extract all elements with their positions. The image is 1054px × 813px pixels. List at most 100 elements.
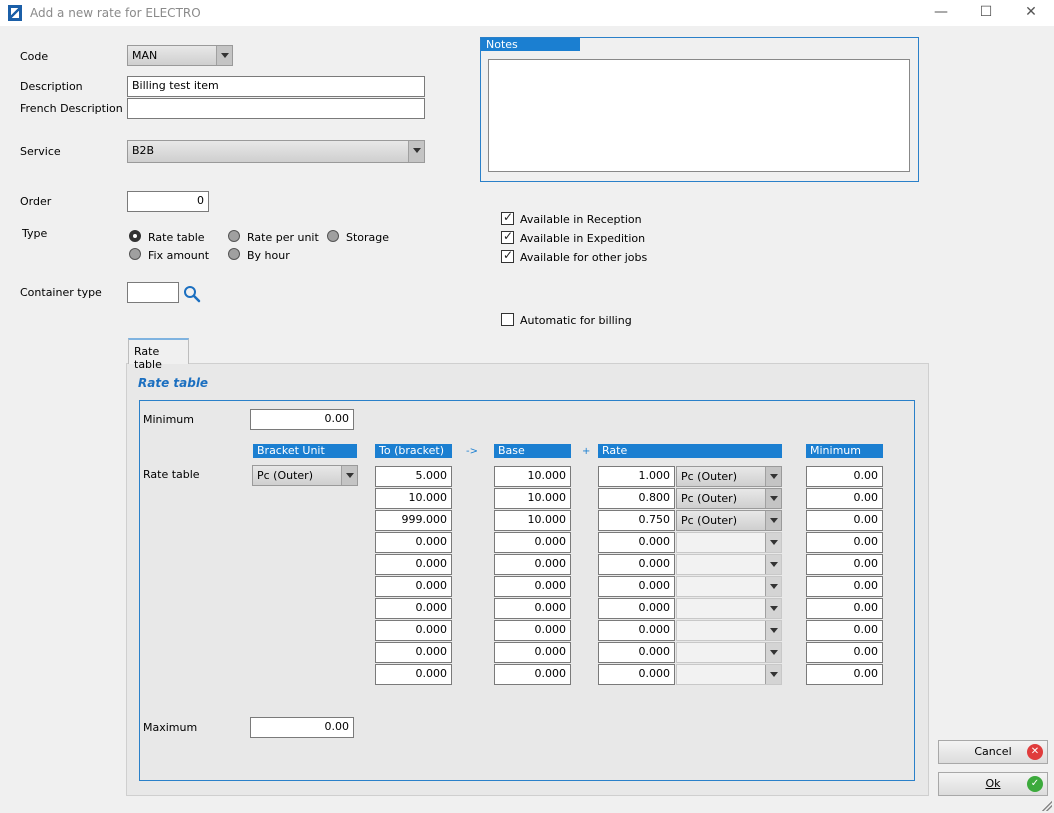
row-minimum-input[interactable]: 0.00 (806, 598, 883, 619)
type-storage-radio[interactable] (327, 230, 339, 242)
to-bracket-input[interactable]: 999.000 (375, 510, 452, 531)
chevron-down-icon (765, 577, 781, 596)
type-label: Type (22, 227, 48, 240)
rate-unit-select[interactable] (676, 554, 782, 575)
automatic-billing-label: Automatic for billing (520, 314, 632, 327)
base-input[interactable]: 0.000 (494, 576, 571, 597)
french-description-input[interactable] (127, 98, 425, 119)
minimum-label: Minimum (143, 413, 194, 426)
description-input[interactable]: Billing test item (127, 76, 425, 97)
type-storage-label: Storage (346, 231, 390, 244)
rate-unit-select[interactable]: Pc (Outer) (676, 510, 782, 531)
row-minimum-input[interactable]: 0.00 (806, 664, 883, 685)
order-input[interactable]: 0 (127, 191, 209, 212)
available-expedition-checkbox[interactable] (501, 229, 514, 244)
base-input[interactable]: 0.000 (494, 554, 571, 575)
row-minimum-input[interactable]: 0.00 (806, 642, 883, 663)
to-bracket-input[interactable]: 0.000 (375, 642, 452, 663)
to-bracket-input[interactable]: 0.000 (375, 620, 452, 641)
ok-button-label: Ok (985, 777, 1001, 790)
code-select[interactable]: MAN (127, 45, 233, 66)
rate-input[interactable]: 0.000 (598, 664, 675, 685)
rate-input[interactable]: 0.000 (598, 554, 675, 575)
base-input[interactable]: 0.000 (494, 642, 571, 663)
row-minimum-input[interactable]: 0.00 (806, 620, 883, 641)
to-bracket-input[interactable]: 0.000 (375, 664, 452, 685)
rate-input[interactable]: 0.000 (598, 598, 675, 619)
rate-unit-select[interactable] (676, 532, 782, 553)
to-bracket-input[interactable]: 5.000 (375, 466, 452, 487)
row-minimum-input[interactable]: 0.00 (806, 576, 883, 597)
app-logo-icon (8, 5, 22, 21)
rate-unit-select[interactable]: Pc (Outer) (676, 466, 782, 487)
cancel-button[interactable]: Cancel ✕ (938, 740, 1048, 764)
description-label: Description (20, 80, 83, 93)
search-icon[interactable] (183, 285, 201, 303)
rate-input[interactable]: 0.750 (598, 510, 675, 531)
type-rate-table-label: Rate table (148, 231, 205, 244)
container-type-input[interactable] (127, 282, 179, 303)
type-fix-amount-label: Fix amount (148, 249, 210, 262)
maximize-button[interactable]: ☐ (963, 0, 1009, 26)
minimize-button[interactable]: — (918, 0, 964, 26)
service-select[interactable]: B2B (127, 140, 425, 163)
chevron-down-icon (765, 555, 781, 574)
available-reception-checkbox[interactable] (501, 210, 514, 225)
automatic-billing-checkbox[interactable] (501, 313, 514, 326)
base-input[interactable]: 10.000 (494, 510, 571, 531)
row-minimum-input[interactable]: 0.00 (806, 510, 883, 531)
chevron-down-icon (216, 46, 232, 65)
available-reception-label: Available in Reception (520, 213, 642, 226)
type-fix-amount-radio[interactable] (129, 248, 141, 260)
type-by-hour-radio[interactable] (228, 248, 240, 260)
to-bracket-input[interactable]: 0.000 (375, 554, 452, 575)
notes-textarea[interactable] (488, 59, 910, 172)
base-input[interactable]: 10.000 (494, 466, 571, 487)
rate-input[interactable]: 0.000 (598, 532, 675, 553)
minimum-input[interactable]: 0.00 (250, 409, 354, 430)
tab-rate-table[interactable]: Rate table (128, 338, 189, 371)
container-type-label: Container type (20, 286, 102, 299)
close-window-button[interactable]: ✕ (1008, 0, 1054, 26)
to-bracket-input[interactable]: 0.000 (375, 598, 452, 619)
resize-grip-icon[interactable] (1042, 801, 1052, 811)
to-bracket-input[interactable]: 0.000 (375, 532, 452, 553)
rate-input[interactable]: 0.800 (598, 488, 675, 509)
code-label: Code (20, 50, 49, 63)
chevron-down-icon (765, 599, 781, 618)
rate-unit-select[interactable] (676, 598, 782, 619)
rate-input[interactable]: 0.000 (598, 642, 675, 663)
rate-unit-select[interactable] (676, 642, 782, 663)
base-input[interactable]: 0.000 (494, 598, 571, 619)
available-other-jobs-checkbox[interactable] (501, 248, 514, 263)
maximum-input[interactable]: 0.00 (250, 717, 354, 738)
type-rate-per-unit-radio[interactable] (228, 230, 240, 242)
rate-input[interactable]: 0.000 (598, 620, 675, 641)
rate-unit-select[interactable] (676, 620, 782, 641)
header-bracket-unit: Bracket Unit (253, 444, 357, 458)
type-rate-table-radio[interactable] (129, 230, 141, 242)
base-input[interactable]: 0.000 (494, 664, 571, 685)
row-minimum-input[interactable]: 0.00 (806, 532, 883, 553)
ok-button[interactable]: Ok ✓ (938, 772, 1048, 796)
to-bracket-input[interactable]: 0.000 (375, 576, 452, 597)
row-minimum-input[interactable]: 0.00 (806, 488, 883, 509)
row-minimum-input[interactable]: 0.00 (806, 554, 883, 575)
rate-input[interactable]: 0.000 (598, 576, 675, 597)
header-base: Base (494, 444, 571, 458)
rate-unit-value: Pc (Outer) (681, 492, 737, 505)
row-minimum-input[interactable]: 0.00 (806, 466, 883, 487)
title-bar: Add a new rate for ELECTRO — ☐ ✕ (0, 0, 1054, 26)
to-bracket-input[interactable]: 10.000 (375, 488, 452, 509)
rate-input[interactable]: 1.000 (598, 466, 675, 487)
checkmark-icon: ✓ (1027, 776, 1043, 792)
base-input[interactable]: 0.000 (494, 532, 571, 553)
bracket-unit-select[interactable]: Pc (Outer) (252, 465, 358, 486)
rate-unit-select[interactable] (676, 576, 782, 597)
rate-unit-select[interactable]: Pc (Outer) (676, 488, 782, 509)
rate-unit-select[interactable] (676, 664, 782, 685)
base-input[interactable]: 0.000 (494, 620, 571, 641)
chevron-down-icon (765, 511, 781, 530)
chevron-down-icon (765, 643, 781, 662)
base-input[interactable]: 10.000 (494, 488, 571, 509)
